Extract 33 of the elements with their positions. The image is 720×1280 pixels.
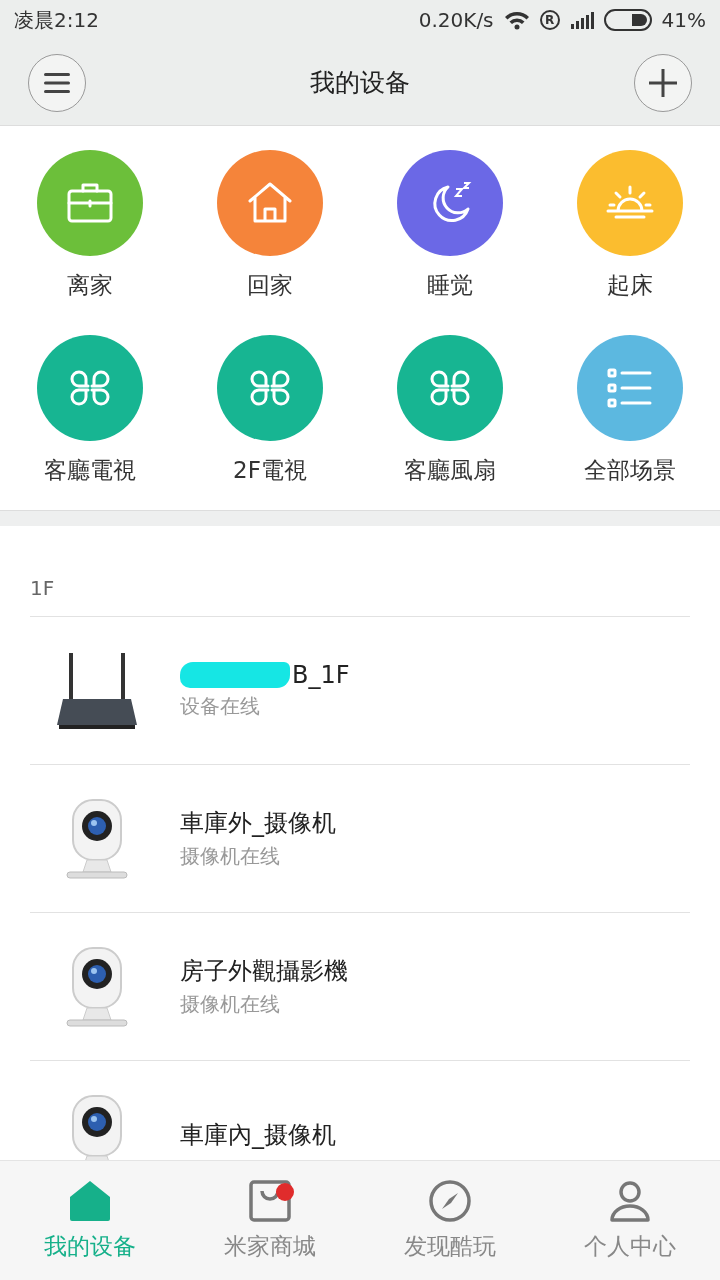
device-name: 房子外觀攝影機 (180, 956, 348, 987)
battery-icon (603, 9, 652, 31)
compass-icon (428, 1179, 472, 1223)
scene-button[interactable]: 离家 (0, 150, 180, 301)
home-icon (68, 1179, 112, 1223)
page-title: 我的设备 (310, 67, 410, 99)
scene-button[interactable]: 客廳電視 (0, 335, 180, 486)
scene-button[interactable]: 睡觉 (360, 150, 540, 301)
device-row[interactable]: 房子外觀攝影機 摄像机在线 (30, 912, 690, 1060)
menu-icon (44, 71, 70, 94)
bag-icon (248, 1179, 292, 1223)
wifi-icon (503, 10, 530, 30)
scene-button[interactable]: 客廳風扇 (360, 335, 540, 486)
signal-icon (569, 11, 594, 29)
clock-text: 凌晨2:12 (14, 6, 99, 34)
scene-button[interactable]: 2F電視 (180, 335, 360, 486)
scene-button[interactable]: 全部场景 (540, 335, 720, 486)
network-speed: 0.20K/s (418, 8, 494, 32)
device-status: 摄像机在线 (180, 991, 281, 1018)
device-row[interactable]: B_1F 设备在线 (30, 616, 690, 764)
person-icon (608, 1179, 652, 1223)
scene-button[interactable]: 起床 (540, 150, 720, 301)
scene-button[interactable]: 回家 (180, 150, 360, 301)
roaming-icon: R (539, 10, 560, 30)
plus-icon (649, 68, 677, 97)
device-row[interactable]: 車庫外_摄像机 摄像机在线 (30, 764, 690, 912)
section-title: 1F (30, 575, 56, 602)
battery-text: 41% (661, 8, 706, 32)
device-name: 車庫內_摄像机 (180, 1119, 336, 1151)
device-name: 車庫外_摄像机 (180, 808, 336, 839)
device-status: 摄像机在线 (180, 843, 281, 870)
device-name: B_1F (292, 661, 350, 689)
device-status: 设备在线 (180, 693, 261, 720)
